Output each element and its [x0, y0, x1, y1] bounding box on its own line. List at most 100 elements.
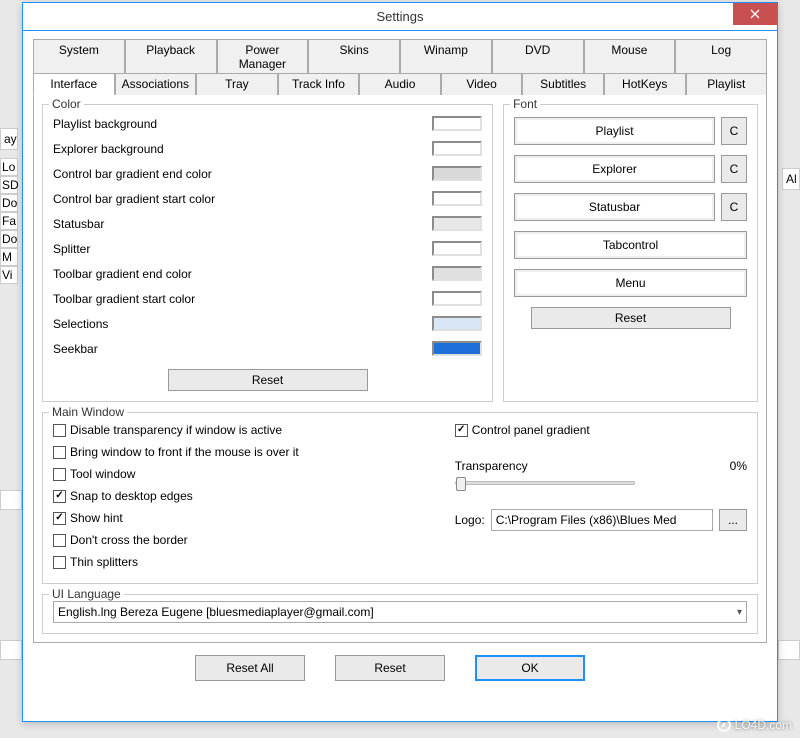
color-swatch[interactable] — [432, 216, 482, 231]
color-row: Selections — [53, 311, 482, 336]
checkbox[interactable] — [53, 424, 66, 437]
bg-fragment: M — [0, 248, 18, 266]
font-explorer-c-button[interactable]: C — [721, 155, 747, 183]
tab-content-interface: Color Playlist background Explorer backgr… — [33, 94, 767, 643]
color-label: Control bar gradient start color — [53, 192, 432, 206]
color-row: Seekbar — [53, 336, 482, 361]
main-window-group: Main Window Disable transparency if wind… — [42, 412, 758, 584]
slider-thumb[interactable] — [456, 477, 466, 491]
color-swatch[interactable] — [432, 266, 482, 281]
bg-fragment: Al — [782, 168, 800, 190]
tab-dvd[interactable]: DVD — [492, 39, 584, 74]
bg-fragment — [778, 640, 800, 660]
color-row: Toolbar gradient end color — [53, 261, 482, 286]
chevron-down-icon: ▾ — [737, 607, 742, 618]
checkbox[interactable] — [53, 446, 66, 459]
settings-dialog: Settings System Playback Power Manager S… — [22, 2, 778, 722]
logo-path-input[interactable] — [491, 509, 713, 531]
tab-subtitles[interactable]: Subtitles — [522, 73, 604, 95]
color-label: Selections — [53, 317, 432, 331]
tab-associations[interactable]: Associations — [115, 73, 197, 95]
close-button[interactable] — [733, 3, 777, 25]
checkbox-label: Snap to desktop edges — [70, 489, 193, 503]
tab-mouse[interactable]: Mouse — [584, 39, 676, 74]
color-swatch[interactable] — [432, 316, 482, 331]
font-playlist-c-button[interactable]: C — [721, 117, 747, 145]
font-menu-button[interactable]: Menu — [514, 269, 747, 297]
logo-browse-button[interactable]: ... — [719, 509, 747, 531]
checkbox-label: Bring window to front if the mouse is ov… — [70, 445, 299, 459]
window-title: Settings — [377, 9, 424, 24]
reset-button[interactable]: Reset — [335, 655, 445, 681]
color-swatch[interactable] — [432, 166, 482, 181]
color-swatch[interactable] — [432, 291, 482, 306]
color-label: Seekbar — [53, 342, 432, 356]
bg-fragment: Lo — [0, 158, 18, 176]
tab-hotkeys[interactable]: HotKeys — [604, 73, 686, 95]
tab-system[interactable]: System — [33, 39, 125, 74]
color-row: Statusbar — [53, 211, 482, 236]
font-tabcontrol-button[interactable]: Tabcontrol — [514, 231, 747, 259]
checkbox[interactable] — [53, 490, 66, 503]
color-swatch[interactable] — [432, 116, 482, 131]
bg-fragment: ay — [0, 128, 18, 150]
ui-language-group: UI Language English.lng Bereza Eugene [b… — [42, 594, 758, 634]
check-row: Disable transparency if window is active — [53, 419, 435, 441]
ui-language-select[interactable]: English.lng Bereza Eugene [bluesmediapla… — [53, 601, 747, 623]
tab-log[interactable]: Log — [675, 39, 767, 74]
font-group: Font Playlist C Explorer C Statusbar C — [503, 104, 758, 402]
ok-button[interactable]: OK — [475, 655, 585, 681]
transparency-value: 0% — [730, 459, 747, 473]
check-row: Snap to desktop edges — [53, 485, 435, 507]
color-row: Playlist background — [53, 111, 482, 136]
font-explorer-button[interactable]: Explorer — [514, 155, 715, 183]
color-legend: Color — [49, 97, 84, 111]
titlebar[interactable]: Settings — [23, 3, 777, 31]
font-reset-button[interactable]: Reset — [531, 307, 731, 329]
color-row: Control bar gradient end color — [53, 161, 482, 186]
checkbox[interactable] — [53, 468, 66, 481]
color-label: Toolbar gradient start color — [53, 292, 432, 306]
checkbox[interactable] — [53, 512, 66, 525]
tab-interface[interactable]: Interface — [33, 73, 115, 95]
tab-playback[interactable]: Playback — [125, 39, 217, 74]
checkbox-control-panel-gradient[interactable] — [455, 424, 468, 437]
tabs-row-2: Interface Associations Tray Track Info A… — [33, 73, 767, 95]
ui-language-legend: UI Language — [49, 587, 124, 601]
bg-fragment — [0, 640, 22, 660]
color-group: Color Playlist backgroundExplorer backgr… — [42, 104, 493, 402]
checkbox[interactable] — [53, 534, 66, 547]
tab-audio[interactable]: Audio — [359, 73, 441, 95]
tab-video[interactable]: Video — [441, 73, 523, 95]
logo-label: Logo: — [455, 513, 485, 527]
bg-fragment — [0, 490, 22, 510]
tab-power-manager[interactable]: Power Manager — [217, 39, 309, 74]
label-control-panel-gradient: Control panel gradient — [472, 423, 590, 437]
tab-winamp[interactable]: Winamp — [400, 39, 492, 74]
checkbox-label: Disable transparency if window is active — [70, 423, 282, 437]
font-statusbar-button[interactable]: Statusbar — [514, 193, 715, 221]
check-row: Show hint — [53, 507, 435, 529]
color-label: Explorer background — [53, 142, 432, 156]
checkbox-label: Show hint — [70, 511, 123, 525]
check-row: Thin splitters — [53, 551, 435, 573]
reset-all-button[interactable]: Reset All — [195, 655, 305, 681]
bg-fragment: Vi — [0, 266, 18, 284]
transparency-slider[interactable] — [455, 481, 635, 485]
color-swatch[interactable] — [432, 141, 482, 156]
color-label: Playlist background — [53, 117, 432, 131]
color-swatch[interactable] — [432, 241, 482, 256]
color-label: Control bar gradient end color — [53, 167, 432, 181]
tab-track-info[interactable]: Track Info — [278, 73, 360, 95]
checkbox[interactable] — [53, 556, 66, 569]
tab-playlist[interactable]: Playlist — [686, 73, 768, 95]
color-swatch[interactable] — [432, 191, 482, 206]
color-reset-button[interactable]: Reset — [168, 369, 368, 391]
tabs-row-1: System Playback Power Manager Skins Wina… — [33, 39, 767, 74]
font-playlist-button[interactable]: Playlist — [514, 117, 715, 145]
tab-skins[interactable]: Skins — [308, 39, 400, 74]
color-swatch[interactable] — [432, 341, 482, 356]
tab-tray[interactable]: Tray — [196, 73, 278, 95]
bg-fragment: Do — [0, 194, 18, 212]
font-statusbar-c-button[interactable]: C — [721, 193, 747, 221]
